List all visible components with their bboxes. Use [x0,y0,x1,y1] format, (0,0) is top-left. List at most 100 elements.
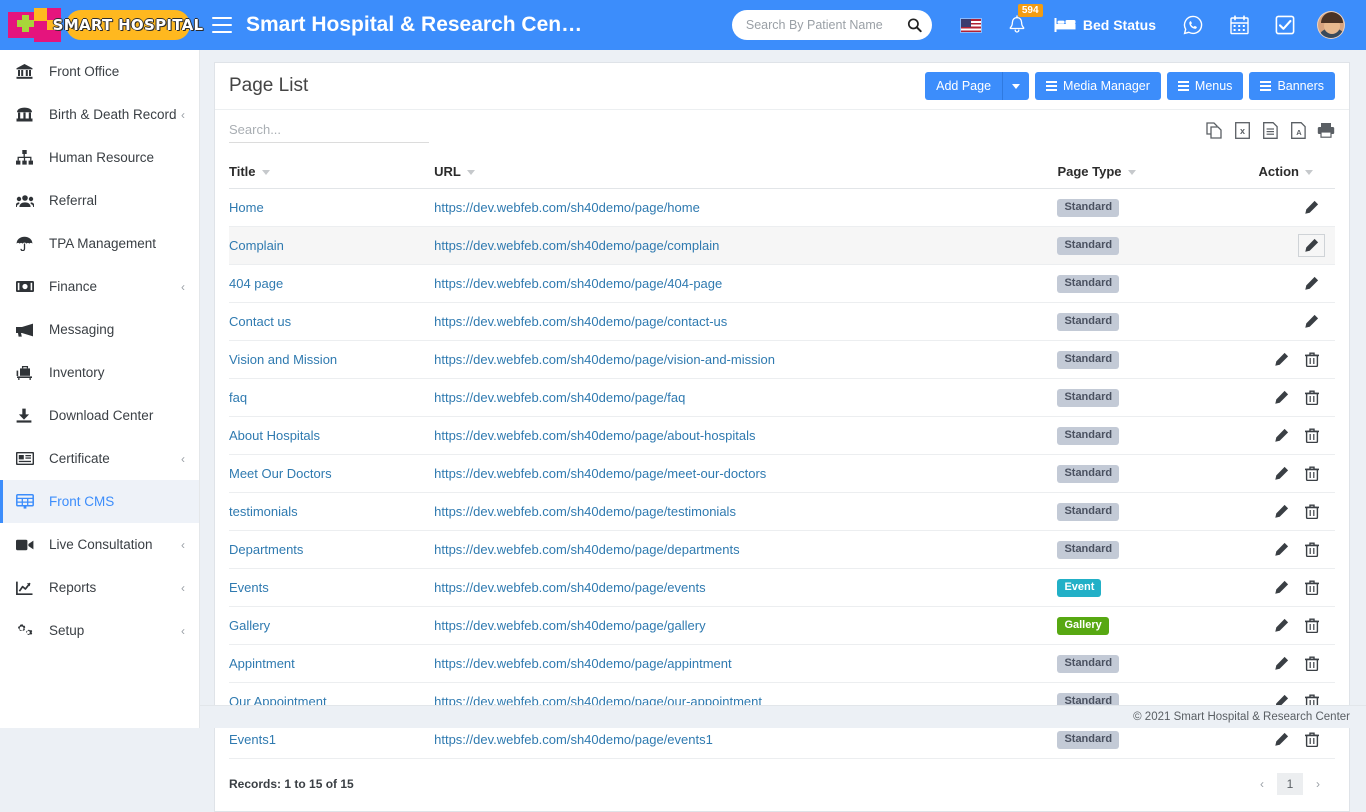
bed-status-button[interactable]: Bed Status [1040,17,1170,33]
column-header-action[interactable]: Action [1232,156,1335,189]
delete-row-button[interactable] [1305,542,1319,557]
edit-row-button[interactable] [1274,618,1289,633]
add-page-dropdown-toggle[interactable] [1003,72,1029,100]
patient-search-box[interactable] [732,10,932,40]
edit-row-button[interactable] [1274,352,1289,367]
page-url-link[interactable]: https://dev.webfeb.com/sh40demo/page/404… [434,276,722,291]
search-input[interactable] [746,18,907,32]
column-header-page-type[interactable]: Page Type [1057,156,1232,189]
page-title-link[interactable]: Events [229,580,269,595]
add-page-button[interactable]: Add Page [925,72,1003,100]
page-title-link[interactable]: 404 page [229,276,283,291]
page-url-link[interactable]: https://dev.webfeb.com/sh40demo/page/vis… [434,352,775,367]
table-row[interactable]: About Hospitalshttps://dev.webfeb.com/sh… [229,417,1335,455]
sidebar-item-referral[interactable]: Referral [0,179,199,222]
search-icon[interactable] [907,17,922,33]
page-title-link[interactable]: Home [229,200,264,215]
edit-row-button[interactable] [1274,504,1289,519]
print-icon[interactable] [1317,120,1335,140]
edit-row-button[interactable] [1274,390,1289,405]
edit-row-button[interactable] [1304,276,1319,291]
check-square-icon[interactable] [1262,0,1308,50]
page-url-link[interactable]: https://dev.webfeb.com/sh40demo/page/con… [434,314,727,329]
page-title-link[interactable]: testimonials [229,504,298,519]
delete-row-button[interactable] [1305,656,1319,671]
table-row[interactable]: Complain https://dev.webfeb.com/sh40demo/… [229,227,1335,265]
page-url-link[interactable]: https://dev.webfeb.com/sh40demo/page/app… [434,656,732,671]
add-page-split-button[interactable]: Add Page [925,72,1029,100]
table-row[interactable]: Departments https://dev.webfeb.com/sh40de… [229,531,1335,569]
sidebar-item-tpa-management[interactable]: TPA Management [0,222,199,265]
table-row[interactable]: Appintment https://dev.webfeb.com/sh40dem… [229,645,1335,683]
sidebar-item-messaging[interactable]: Messaging [0,308,199,351]
table-row[interactable]: Events https://dev.webfeb.com/sh40demo/pa… [229,569,1335,607]
delete-row-button[interactable] [1305,504,1319,519]
delete-row-button[interactable] [1305,428,1319,443]
sidebar-item-certificate[interactable]: Certificate ‹ [0,437,199,480]
page-title-link[interactable]: Contact us [229,314,291,329]
media-manager-button[interactable]: Media Manager [1035,72,1161,100]
page-url-link[interactable]: https://dev.webfeb.com/sh40demo/page/eve… [434,732,713,747]
bell-icon[interactable]: 594 [994,0,1040,50]
edit-row-button[interactable] [1274,466,1289,481]
csv-icon[interactable] [1261,120,1279,140]
sidebar-item-finance[interactable]: Finance ‹ [0,265,199,308]
page-url-link[interactable]: https://dev.webfeb.com/sh40demo/page/eve… [434,580,705,595]
sidebar-item-download-center[interactable]: Download Center [0,394,199,437]
page-url-link[interactable]: https://dev.webfeb.com/sh40demo/page/abo… [434,428,755,443]
table-row[interactable]: faqhttps://dev.webfeb.com/sh40demo/page/… [229,379,1335,417]
pagination-next[interactable]: › [1305,773,1331,795]
edit-row-button[interactable] [1274,732,1289,747]
page-title-link[interactable]: Events1 [229,732,276,747]
table-row[interactable]: 404 page https://dev.webfeb.com/sh40demo/… [229,265,1335,303]
table-row[interactable]: testimonials https://dev.webfeb.com/sh40d… [229,493,1335,531]
delete-row-button[interactable] [1305,352,1319,367]
pdf-icon[interactable]: A [1289,120,1307,140]
page-url-link[interactable]: https://dev.webfeb.com/sh40demo/page/mee… [434,466,766,481]
edit-row-button[interactable] [1274,542,1289,557]
table-row[interactable]: Meet Our Doctors https://dev.webfeb.com/s… [229,455,1335,493]
page-url-link[interactable]: https://dev.webfeb.com/sh40demo/page/gal… [434,618,705,633]
pagination-prev[interactable]: ‹ [1249,773,1275,795]
sidebar-item-front-cms[interactable]: Front CMS [0,480,199,523]
table-row[interactable]: Homehttps://dev.webfeb.com/sh40demo/page… [229,189,1335,227]
excel-icon[interactable]: x [1233,120,1251,140]
sidebar-item-birth-death-record[interactable]: Birth & Death Record ‹ [0,93,199,136]
page-url-link[interactable]: https://dev.webfeb.com/sh40demo/page/tes… [434,504,736,519]
column-header-url[interactable]: URL [434,156,1057,189]
page-title-link[interactable]: Departments [229,542,303,557]
pagination-page-1[interactable]: 1 [1277,773,1303,795]
column-header-title[interactable]: Title [229,156,434,189]
page-title-link[interactable]: faq [229,390,247,405]
edit-row-button[interactable] [1274,580,1289,595]
banners-button[interactable]: Banners [1249,72,1335,100]
page-url-link[interactable]: https://dev.webfeb.com/sh40demo/page/dep… [434,542,739,557]
edit-row-button[interactable] [1274,656,1289,671]
logo-container[interactable]: SMART HOSPITAL [0,0,200,50]
delete-row-button[interactable] [1305,732,1319,747]
edit-row-button[interactable] [1304,200,1319,215]
sidebar-item-front-office[interactable]: Front Office [0,50,199,93]
us-flag-icon[interactable] [948,0,994,50]
delete-row-button[interactable] [1305,390,1319,405]
table-row[interactable]: Vision and Mission https://dev.webfeb.com… [229,341,1335,379]
user-avatar[interactable] [1308,0,1354,50]
table-row[interactable]: Contact us https://dev.webfeb.com/sh40dem… [229,303,1335,341]
page-title-link[interactable]: Complain [229,238,284,253]
sidebar-item-setup[interactable]: Setup ‹ [0,609,199,652]
copy-icon[interactable] [1205,120,1223,140]
page-title-link[interactable]: Meet Our Doctors [229,466,332,481]
edit-row-button[interactable] [1274,428,1289,443]
menus-button[interactable]: Menus [1167,72,1244,100]
page-title-link[interactable]: Gallery [229,618,270,633]
page-title-link[interactable]: Vision and Mission [229,352,337,367]
delete-row-button[interactable] [1305,618,1319,633]
page-title-link[interactable]: Appintment [229,656,295,671]
delete-row-button[interactable] [1305,580,1319,595]
whatsapp-icon[interactable] [1170,0,1216,50]
edit-row-button[interactable] [1304,314,1319,329]
hamburger-icon[interactable] [212,17,232,33]
page-url-link[interactable]: https://dev.webfeb.com/sh40demo/page/com… [434,238,719,253]
sidebar-item-live-consultation[interactable]: Live Consultation ‹ [0,523,199,566]
calendar-icon[interactable] [1216,0,1262,50]
